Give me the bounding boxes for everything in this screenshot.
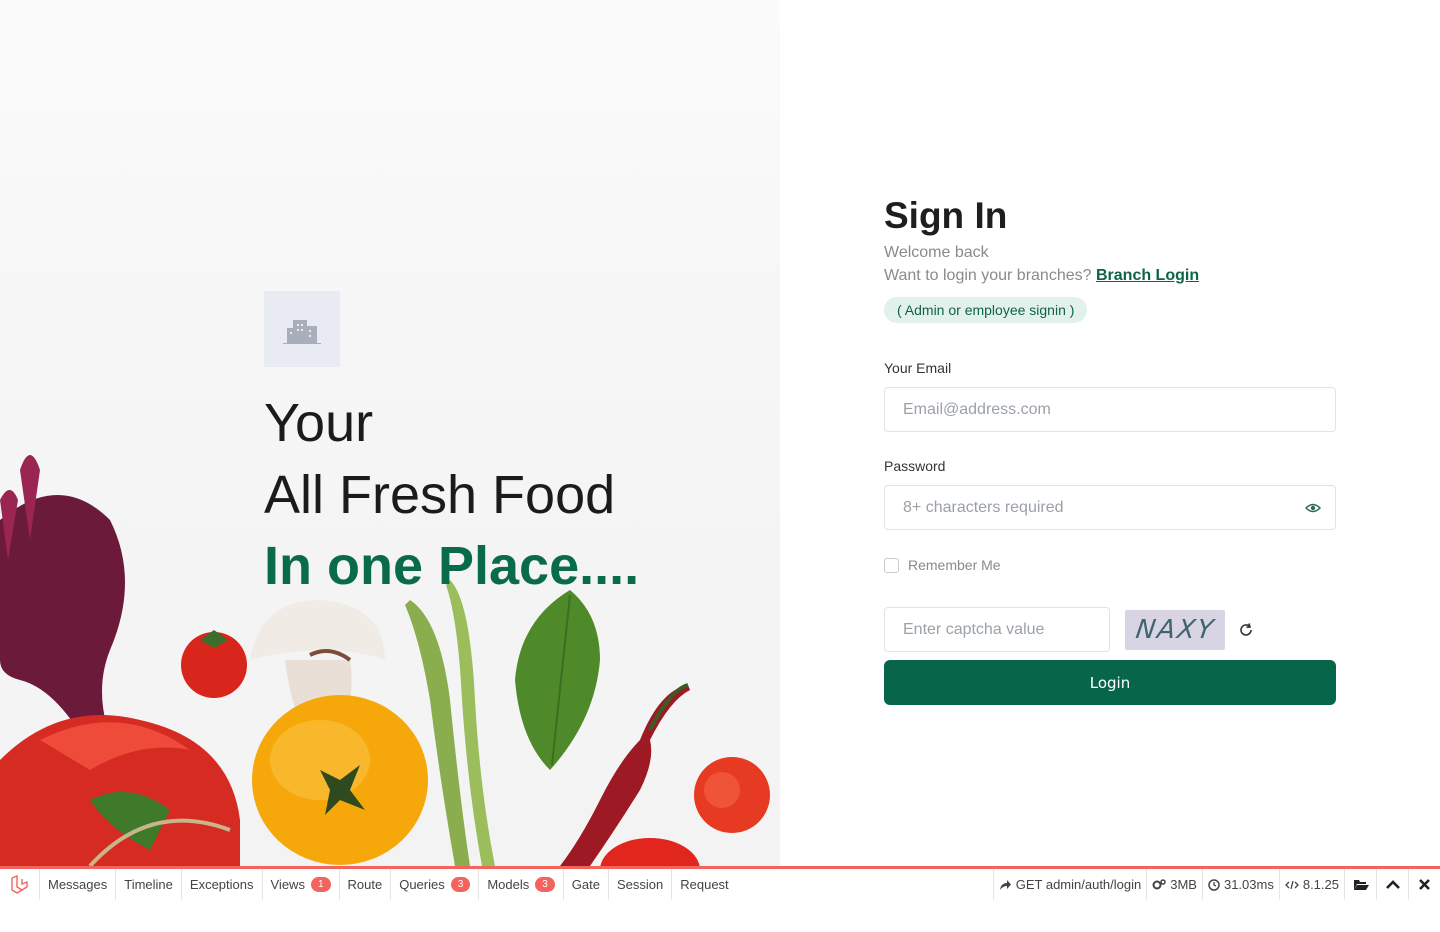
tab-label: Models	[487, 877, 530, 892]
captcha-field-wrapper	[884, 607, 1110, 652]
signin-type-badge: ( Admin or employee signin )	[884, 297, 1088, 323]
debug-tab-session[interactable]: Session	[609, 869, 673, 900]
count-badge: 3	[450, 877, 471, 892]
building-icon	[283, 320, 321, 344]
php-version-info: 8.1.25	[1278, 869, 1344, 900]
debug-tab-exceptions[interactable]: Exceptions	[182, 869, 263, 900]
email-field[interactable]	[903, 400, 1317, 419]
captcha-image: NAXY	[1125, 609, 1225, 650]
welcome-text: Welcome back	[884, 244, 989, 261]
email-label: Your Email	[884, 360, 952, 376]
password-label: Password	[884, 458, 946, 474]
laravel-logo-icon[interactable]	[0, 869, 40, 900]
remember-checkbox[interactable]	[884, 557, 899, 573]
remember-me: Remember Me	[884, 557, 1336, 573]
memory-info: 3MB	[1146, 869, 1202, 900]
hero-heading-line1: Your	[264, 393, 374, 453]
debug-info-group: GET admin/auth/login 3MB 31.03ms 8.1.25	[992, 869, 1440, 900]
tab-label: Views	[270, 877, 305, 892]
password-field[interactable]	[903, 498, 1317, 517]
captcha-text: NAXY	[1133, 614, 1217, 645]
maximize-button[interactable]	[1376, 869, 1408, 900]
debug-tab-gate[interactable]: Gate	[564, 869, 609, 900]
signin-form: Sign In Welcome back Want to login your …	[884, 194, 1336, 705]
captcha-input[interactable]	[903, 620, 1091, 639]
tab-label: Exceptions	[189, 877, 254, 892]
branch-prompt-text: Want to login your branches?	[884, 267, 1092, 284]
captcha-row: NAXY	[884, 607, 1336, 652]
debug-tab-timeline[interactable]: Timeline	[116, 869, 182, 900]
time-info[interactable]: 31.03ms	[1201, 869, 1279, 900]
debug-tab-messages[interactable]: Messages	[40, 869, 117, 900]
debug-tab-views[interactable]: Views 1	[263, 869, 340, 900]
tab-label: Request	[680, 877, 729, 892]
logo-placeholder	[264, 291, 340, 367]
hero-heading-line2: All Fresh Food	[264, 465, 616, 525]
refresh-icon[interactable]	[1238, 622, 1254, 638]
page-title: Sign In	[884, 195, 1008, 236]
close-button[interactable]	[1408, 869, 1440, 900]
request-info[interactable]: GET admin/auth/login	[992, 869, 1147, 900]
branch-login-link[interactable]: Branch Login	[1096, 267, 1199, 284]
tab-label: Queries	[399, 877, 445, 892]
debug-tab-models[interactable]: Models 3	[479, 869, 564, 900]
tab-label: Route	[347, 877, 383, 892]
debug-tab-queries[interactable]: Queries 3	[391, 869, 480, 900]
debug-tab-route[interactable]: Route	[340, 869, 392, 900]
password-field-wrapper	[884, 485, 1336, 530]
close-icon	[1419, 879, 1430, 890]
folder-open-icon	[1353, 879, 1369, 890]
hero-panel: Your All Fresh Food In one Place....	[0, 0, 780, 866]
email-field-wrapper	[884, 387, 1336, 432]
cogs-icon	[1152, 878, 1166, 889]
open-folder-button[interactable]	[1344, 869, 1376, 900]
tab-label: Session	[616, 877, 664, 892]
vegetables-image	[0, 455, 770, 866]
count-badge: 3	[535, 877, 555, 892]
debug-bar: Messages Timeline Exceptions Views 1 Rout…	[0, 866, 1440, 900]
tab-label: Gate	[571, 877, 600, 892]
tab-label: Timeline	[124, 877, 173, 892]
branch-prompt: Want to login your branches? Branch Logi…	[884, 264, 1336, 288]
login-button[interactable]: Login	[884, 660, 1336, 705]
share-icon	[999, 879, 1011, 890]
memory-text: 3MB	[1170, 877, 1197, 892]
debug-tab-request[interactable]: Request	[672, 869, 736, 900]
hero-heading-line3: In one Place....	[264, 536, 640, 596]
count-badge: 1	[310, 877, 331, 892]
request-text: GET admin/auth/login	[1015, 877, 1142, 892]
code-icon	[1284, 880, 1299, 889]
clock-icon	[1208, 878, 1220, 891]
eye-icon[interactable]	[1305, 500, 1321, 516]
chevron-up-icon	[1385, 879, 1400, 889]
time-text: 31.03ms	[1223, 877, 1274, 892]
php-version-text: 8.1.25	[1302, 877, 1339, 892]
tab-label: Messages	[48, 877, 108, 892]
remember-label: Remember Me	[908, 557, 1001, 573]
